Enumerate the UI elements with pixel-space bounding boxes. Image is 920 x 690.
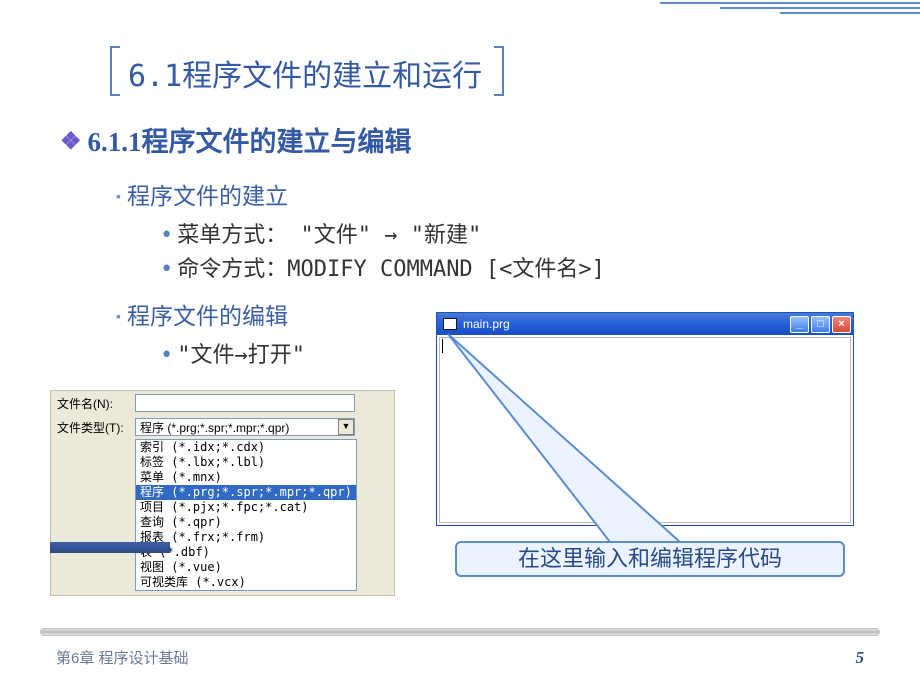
filename-row: 文件名(N):: [51, 391, 394, 415]
close-button[interactable]: ×: [832, 316, 851, 333]
file-open-dialog: 文件名(N): 文件类型(T): 程序 (*.prg;*.spr;*.mpr;*…: [50, 390, 395, 596]
list-item[interactable]: 索引 (*.idx;*.cdx): [136, 440, 356, 455]
square-bullet-icon: ▪: [116, 190, 121, 205]
filetype-list[interactable]: 索引 (*.idx;*.cdx) 标签 (*.lbx;*.lbl) 菜单 (*.…: [135, 439, 357, 591]
page-number: 5: [856, 648, 865, 668]
list-item[interactable]: 标签 (*.lbx;*.lbl): [136, 455, 356, 470]
bullet-item: •菜单方式： "文件" → "新建": [160, 217, 880, 249]
header-decoration: [620, 0, 920, 40]
bracket-right-icon: [494, 46, 504, 96]
footer-divider: [40, 628, 880, 636]
filetype-row: 文件类型(T): 程序 (*.prg;*.spr;*.mpr;*.qpr) ▼: [51, 415, 394, 439]
list-item[interactable]: 可视类库 (*.vcx): [136, 575, 356, 590]
editor-window: main.prg _ □ ×: [436, 312, 854, 526]
heading-level2: ▪ 程序文件的建立: [116, 177, 880, 211]
section-header: 6.1程序文件的建立和运行: [110, 48, 504, 98]
list-item-selected[interactable]: 程序 (*.prg;*.spr;*.mpr;*.qpr): [136, 485, 356, 500]
sub1-item1: 命令方式：MODIFY COMMAND [<文件名>]: [177, 257, 605, 282]
h1-text: 6.1.1程序文件的建立与编辑: [88, 127, 412, 157]
editor-titlebar[interactable]: main.prg _ □ ×: [437, 313, 853, 335]
diamond-bullet-icon: ❖: [60, 129, 82, 155]
callout-box: 在这里输入和编辑程序代码: [455, 541, 845, 577]
app-icon: [443, 318, 457, 330]
heading-level1: ❖6.1.1程序文件的建立与编辑: [60, 120, 880, 159]
section-title: 6.1程序文件的建立和运行: [124, 51, 486, 95]
dot-bullet-icon: •: [160, 257, 173, 282]
list-item[interactable]: 视图 (*.vue): [136, 560, 356, 575]
chapter-label: 第6章 程序设计基础: [56, 647, 189, 668]
text-cursor-icon: [442, 339, 443, 353]
editor-body[interactable]: [437, 335, 853, 525]
square-bullet-icon: ▪: [116, 310, 121, 325]
sub2-item0: "文件→打开": [177, 343, 305, 368]
bracket-left-icon: [110, 46, 120, 96]
filetype-label: 文件类型(T):: [57, 419, 135, 436]
dot-bullet-icon: •: [160, 223, 173, 248]
filename-input[interactable]: [135, 394, 355, 412]
sub1-title: 程序文件的建立: [127, 184, 288, 209]
dot-bullet-icon: •: [160, 343, 173, 368]
filetype-combo[interactable]: 程序 (*.prg;*.spr;*.mpr;*.qpr) ▼: [135, 418, 355, 436]
sub1-item0: 菜单方式： "文件" → "新建": [177, 223, 481, 248]
list-item[interactable]: 项目 (*.pjx;*.fpc;*.cat): [136, 500, 356, 515]
callout-text: 在这里输入和编辑程序代码: [518, 546, 782, 571]
bullet-item: •命令方式：MODIFY COMMAND [<文件名>]: [160, 251, 880, 283]
minimize-button[interactable]: _: [790, 316, 809, 333]
dialog-cutoff-bar: [50, 542, 170, 553]
sub2-title: 程序文件的编辑: [127, 304, 288, 329]
maximize-button[interactable]: □: [811, 316, 830, 333]
chevron-down-icon[interactable]: ▼: [338, 419, 354, 435]
slide-footer: 第6章 程序设计基础 5: [0, 630, 920, 690]
list-item[interactable]: 查询 (*.qpr): [136, 515, 356, 530]
editor-textarea[interactable]: [439, 337, 851, 523]
window-title: main.prg: [463, 317, 788, 331]
list-item[interactable]: 菜单 (*.mnx): [136, 470, 356, 485]
filename-label: 文件名(N):: [57, 395, 135, 412]
filetype-value: 程序 (*.prg;*.spr;*.mpr;*.qpr): [140, 419, 289, 436]
slide: 6.1程序文件的建立和运行 ❖6.1.1程序文件的建立与编辑 ▪程序文件的建立 …: [0, 0, 920, 690]
